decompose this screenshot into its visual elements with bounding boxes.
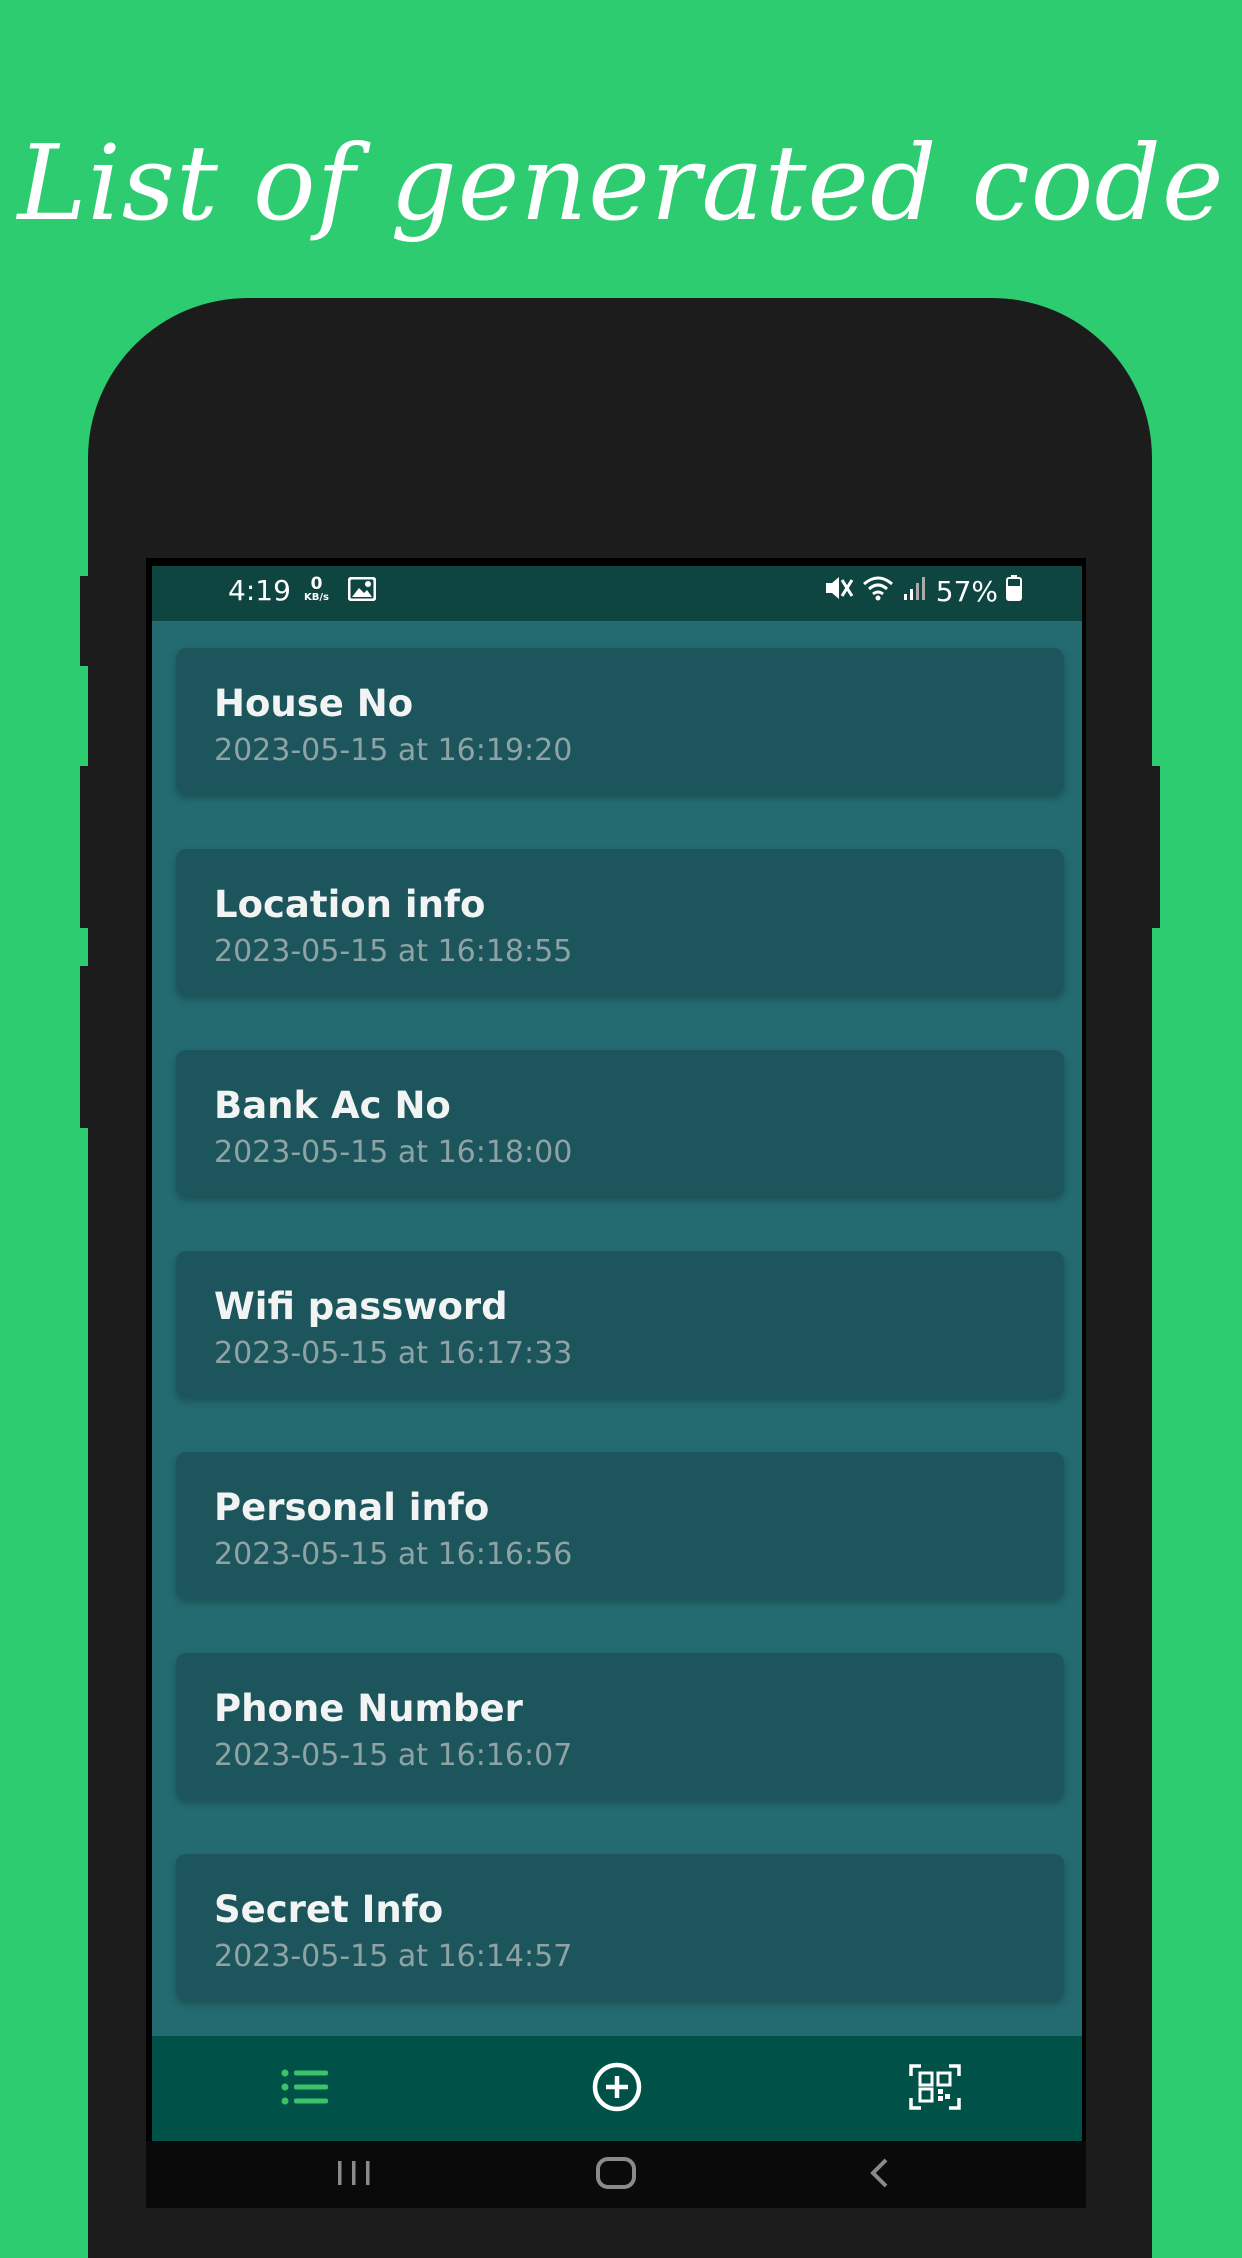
phone-power-button — [1150, 766, 1160, 928]
item-timestamp: 2023-05-15 at 16:16:07 — [214, 1738, 573, 1773]
bottom-navigation — [152, 2036, 1082, 2141]
nav-list-button[interactable] — [278, 2062, 332, 2116]
item-title: Wifi password — [214, 1285, 508, 1328]
system-navigation-bar — [146, 2141, 1086, 2208]
recents-button[interactable] — [332, 2153, 376, 2197]
battery-percent: 57% — [935, 575, 998, 608]
list-item[interactable]: Phone Number 2023-05-15 at 16:16:07 — [176, 1653, 1064, 1799]
gallery-notification-icon — [347, 576, 377, 605]
item-timestamp: 2023-05-15 at 16:16:56 — [214, 1537, 573, 1572]
nav-scan-button[interactable] — [908, 2062, 962, 2116]
list-item[interactable]: Personal info 2023-05-15 at 16:16:56 — [176, 1452, 1064, 1598]
item-timestamp: 2023-05-15 at 16:19:20 — [214, 733, 573, 768]
recents-icon — [334, 2158, 374, 2192]
list-item[interactable]: Location info 2023-05-15 at 16:18:55 — [176, 849, 1064, 995]
network-speed-value: 0 — [310, 574, 323, 594]
status-bar: 4:19 0 KB/s 57% — [152, 566, 1082, 621]
item-timestamp: 2023-05-15 at 16:18:00 — [214, 1135, 573, 1170]
item-timestamp: 2023-05-15 at 16:14:57 — [214, 1939, 573, 1974]
item-title: Location info — [214, 883, 486, 926]
mute-icon — [824, 574, 854, 609]
home-icon — [595, 2156, 637, 2194]
item-title: Personal info — [214, 1486, 490, 1529]
phone-volume-down-button — [80, 766, 90, 928]
status-time: 4:19 — [228, 574, 291, 607]
item-timestamp: 2023-05-15 at 16:17:33 — [214, 1336, 573, 1371]
item-title: Phone Number — [214, 1687, 523, 1730]
list-item[interactable]: House No 2023-05-15 at 16:19:20 — [176, 648, 1064, 794]
generated-code-list[interactable]: House No 2023-05-15 at 16:19:20 Location… — [152, 621, 1082, 2036]
wifi-icon — [862, 574, 894, 609]
phone-volume-up-button — [80, 576, 90, 666]
back-button[interactable] — [862, 2153, 898, 2197]
item-title: House No — [214, 682, 414, 725]
add-circle-icon — [591, 2061, 643, 2117]
back-icon — [866, 2156, 894, 2194]
list-item[interactable]: Secret Info 2023-05-15 at 16:14:57 — [176, 1854, 1064, 2000]
signal-icon — [902, 574, 928, 609]
nav-create-button[interactable] — [590, 2062, 644, 2116]
list-item[interactable]: Wifi password 2023-05-15 at 16:17:33 — [176, 1251, 1064, 1397]
item-title: Bank Ac No — [214, 1084, 451, 1127]
list-icon — [280, 2067, 330, 2111]
battery-icon — [1006, 575, 1022, 608]
promo-headline: List of generated code — [17, 122, 1225, 244]
list-item[interactable]: Bank Ac No 2023-05-15 at 16:18:00 — [176, 1050, 1064, 1196]
network-speed: 0 KB/s — [304, 574, 329, 604]
qr-code-icon — [909, 2064, 961, 2114]
home-button[interactable] — [593, 2153, 639, 2197]
phone-bixby-button — [80, 966, 90, 1128]
network-speed-unit: KB/s — [304, 592, 329, 603]
item-title: Secret Info — [214, 1888, 444, 1931]
item-timestamp: 2023-05-15 at 16:18:55 — [214, 934, 573, 969]
